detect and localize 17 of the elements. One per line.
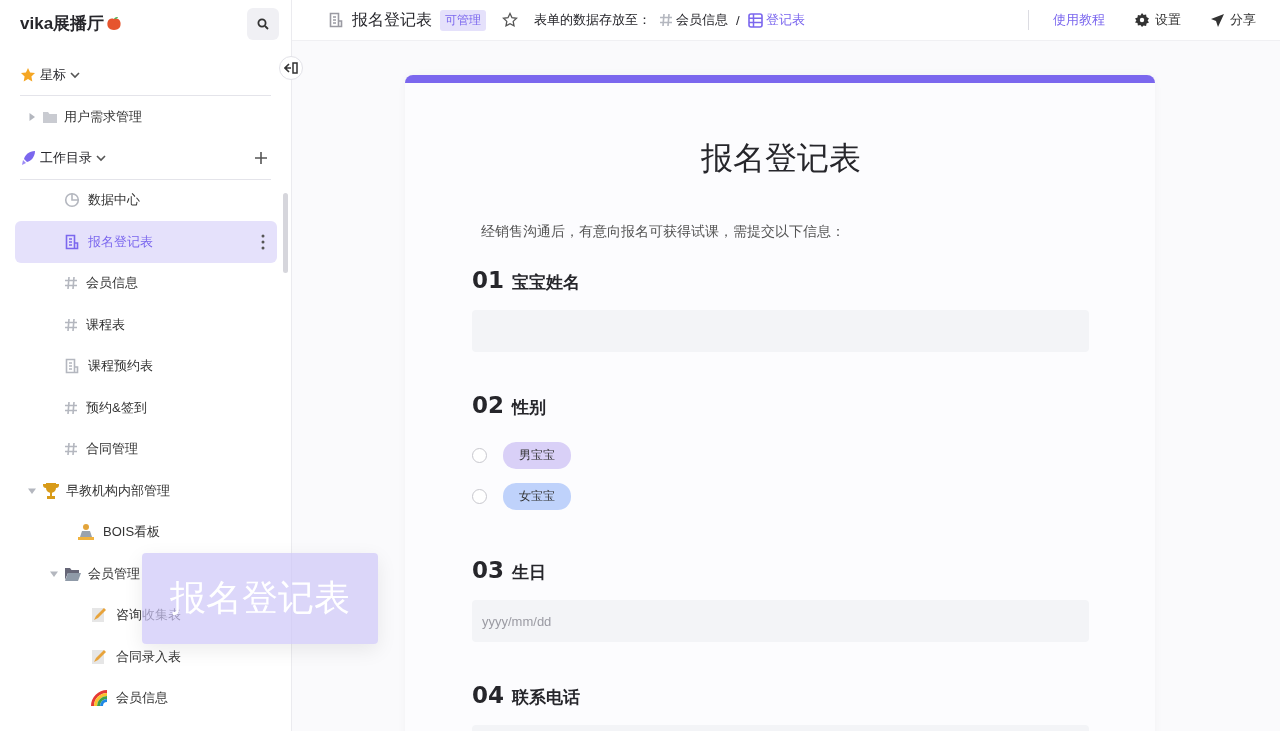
question-label: 生日 — [512, 562, 546, 584]
question-number: 03 — [472, 557, 504, 583]
form-title: 报名登记表 — [352, 9, 432, 30]
storage-label: 表单的数据存放至： — [534, 11, 651, 29]
question-label: 性别 — [512, 397, 546, 419]
question-number: 02 — [472, 392, 504, 418]
path-separator: / — [736, 12, 740, 28]
space-name: vika展播厅 — [20, 13, 105, 35]
question-number: 04 — [472, 682, 504, 708]
option-tag: 男宝宝 — [503, 442, 571, 469]
question-number: 01 — [472, 267, 504, 293]
option-tag: 女宝宝 — [503, 483, 571, 510]
question-label: 联系电话 — [512, 687, 580, 709]
form-heading: 报名登记表 — [699, 139, 862, 178]
question-label: 宝宝姓名 — [512, 272, 580, 294]
form-description: 经销售沟通后，有意向报名可获得试课，需提交以下信息： — [481, 223, 846, 241]
permission-badge: 可管理 — [440, 9, 486, 31]
